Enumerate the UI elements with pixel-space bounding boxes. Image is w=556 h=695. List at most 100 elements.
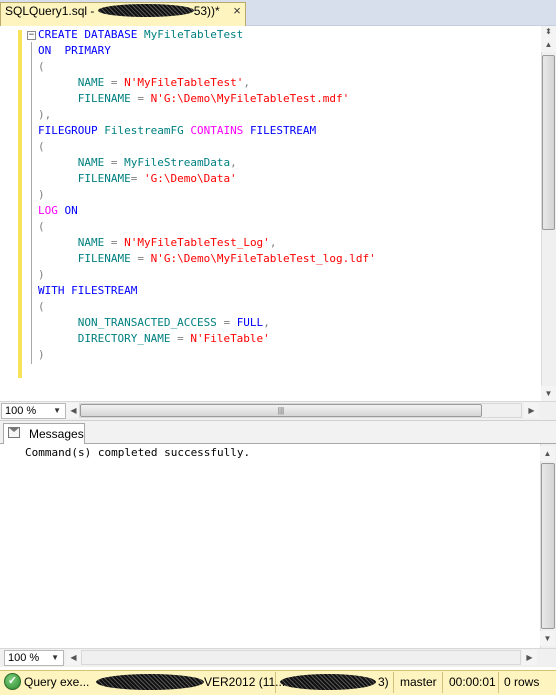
code-token: FILESTREAM [249, 124, 317, 137]
code-token: NAME [38, 236, 111, 249]
status-divider [498, 672, 499, 693]
code-token: FULL [236, 316, 264, 329]
messages-scroll-up-icon[interactable]: ▲ [540, 446, 555, 461]
code-token: 'G:\Demo\Data' [143, 172, 237, 185]
messages-scroll-down-icon[interactable]: ▼ [540, 631, 555, 646]
code-line[interactable]: NAME = MyFileStreamData, [38, 155, 376, 171]
code-line[interactable]: ( [38, 139, 376, 155]
code-token: MyFileTableTest [143, 28, 244, 41]
code-token: = [137, 252, 151, 265]
code-token: N'FileTable' [190, 332, 270, 345]
result-message: Command(s) completed successfully. [25, 446, 251, 459]
code-line[interactable]: ( [38, 219, 376, 235]
code-token: ( [38, 300, 45, 313]
code-token: DIRECTORY_NAME [38, 332, 178, 345]
code-token: , [269, 236, 277, 249]
code-token: FILENAME [38, 172, 131, 185]
code-token: CREATE DATABASE [38, 28, 144, 41]
messages-zoom-dropdown[interactable]: 100 % ▼ [4, 650, 64, 666]
code-token: ( [38, 140, 45, 153]
query-status-text: Query exe... [24, 675, 90, 689]
code-line[interactable]: FILENAME = N'G:\Demo\MyFileTableTest.mdf… [38, 91, 376, 107]
messages-vertical-scroll-thumb[interactable] [541, 463, 555, 629]
change-tracking-bar [18, 30, 22, 378]
code-token: FilestreamFG [104, 124, 191, 137]
status-divider [442, 672, 443, 693]
code-token: = [110, 76, 125, 89]
code-line[interactable]: ) [38, 267, 376, 283]
code-token: ON PRIMARY [38, 44, 111, 57]
editor-zoom-dropdown[interactable]: 100 % ▼ [1, 403, 66, 419]
close-tab-icon[interactable]: × [231, 4, 243, 18]
code-token: , [230, 156, 237, 169]
code-line[interactable]: ) [38, 187, 376, 203]
code-token: NAME [38, 76, 111, 89]
code-line[interactable]: ( [38, 59, 376, 75]
code-line[interactable]: FILEGROUP FilestreamFG CONTAINS FILESTRE… [38, 123, 376, 139]
database-name-text: master [400, 675, 437, 689]
code-line[interactable]: WITH FILESTREAM [38, 283, 376, 299]
code-token: ) [38, 188, 45, 201]
document-tab-title: SQLQuery1.sql - 53))* [5, 4, 220, 18]
user-name-text: 3) [378, 675, 389, 689]
status-divider [275, 672, 276, 693]
code-token: FILEGROUP [38, 124, 105, 137]
code-token: , [263, 316, 270, 329]
messages-horizontal-scrollbar[interactable] [81, 650, 521, 665]
code-token: LOG [38, 204, 65, 217]
code-token: ON [64, 204, 78, 217]
code-token: FILENAME [38, 252, 138, 265]
editor-vertical-scroll-thumb[interactable] [542, 55, 555, 230]
code-line[interactable]: FILENAME = N'G:\Demo\MyFileTableTest_log… [38, 251, 376, 267]
editor-horizontal-scroll-thumb[interactable]: ||| [80, 404, 482, 417]
code-line[interactable]: NON_TRANSACTED_ACCESS = FULL, [38, 315, 376, 331]
code-line[interactable]: NAME = N'MyFileTableTest', [38, 75, 376, 91]
code-token: N'MyFileTableTest' [124, 76, 244, 89]
code-token: ) [38, 348, 45, 361]
code-line[interactable]: NAME = N'MyFileTableTest_Log', [38, 235, 376, 251]
code-token: CONTAINS [190, 124, 250, 137]
code-token: ( [38, 220, 45, 233]
code-line[interactable]: CREATE DATABASE MyFileTableTest [38, 27, 376, 43]
code-line[interactable]: DIRECTORY_NAME = N'FileTable' [38, 331, 376, 347]
redacted-scribble [96, 674, 204, 690]
messages-scroll-left-icon[interactable]: ◀ [66, 650, 81, 665]
code-line[interactable]: ) [38, 347, 376, 363]
code-line[interactable]: LOG ON [38, 203, 376, 219]
outline-line [31, 42, 32, 364]
document-tab-title-suffix: 53))* [193, 4, 220, 18]
editor-scroll-up-icon[interactable]: ▲ [541, 37, 556, 52]
tab-messages-label: Messages [29, 427, 84, 441]
row-count-text: 0 rows [504, 675, 540, 689]
chevron-down-icon: ▼ [53, 406, 61, 415]
code-line[interactable]: FILENAME= 'G:\Demo\Data' [38, 171, 376, 187]
sql-code[interactable]: CREATE DATABASE MyFileTableTest ON PRIMAR… [38, 27, 376, 363]
code-token: = [110, 156, 125, 169]
editor-scroll-right-icon[interactable]: ▶ [524, 403, 539, 418]
code-token: MyFileStreamData [124, 156, 231, 169]
scroll-grip-icon: ||| [277, 406, 285, 415]
messages-scroll-right-icon[interactable]: ▶ [522, 650, 537, 665]
code-line[interactable]: ( [38, 299, 376, 315]
code-token: FILENAME [38, 92, 138, 105]
code-line[interactable]: ), [38, 107, 376, 123]
elapsed-time-text: 00:00:01 [449, 675, 496, 689]
code-token: = [110, 236, 125, 249]
query-success-icon: ✓ [4, 673, 21, 690]
editor-split-handle-icon[interactable]: ⬍ [541, 26, 556, 37]
messages-pane[interactable] [0, 444, 540, 648]
code-token: ), [38, 108, 52, 121]
code-token: , [243, 76, 250, 89]
redacted-scribble [97, 4, 194, 17]
code-token: N'G:\Demo\MyFileTableTest.mdf' [150, 92, 350, 105]
code-token: = [130, 172, 144, 185]
code-token: = [223, 316, 237, 329]
editor-scroll-down-icon[interactable]: ▼ [541, 386, 556, 401]
code-token: = [177, 332, 191, 345]
code-token: ) [38, 268, 45, 281]
collapse-outline-icon[interactable]: − [27, 31, 36, 40]
document-tab-title-prefix: SQLQuery1.sql - [5, 4, 98, 18]
code-token: = [137, 92, 151, 105]
status-divider [393, 672, 394, 693]
code-line[interactable]: ON PRIMARY [38, 43, 376, 59]
